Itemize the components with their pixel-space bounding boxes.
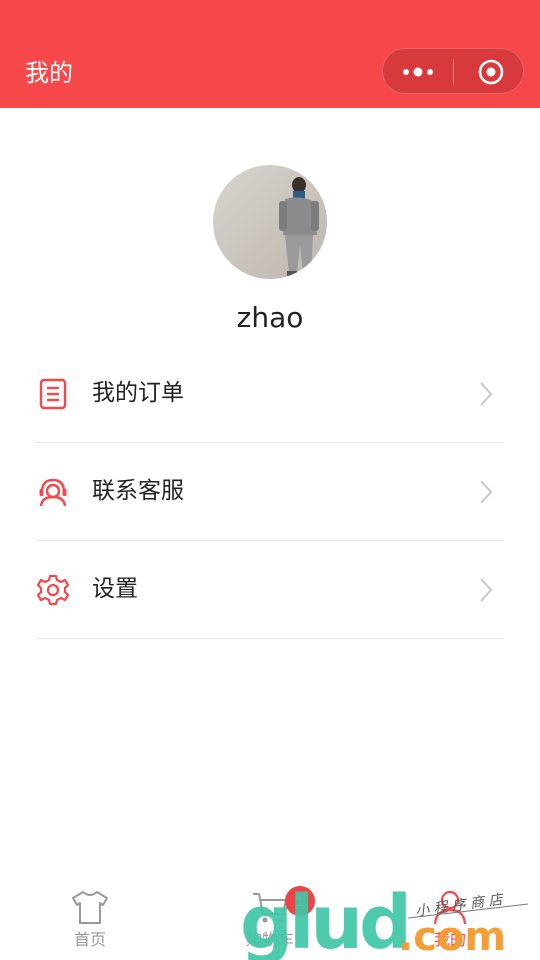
chevron-right-icon [480, 480, 493, 504]
user-icon [433, 890, 467, 925]
divider [36, 638, 504, 639]
close-button[interactable] [454, 49, 524, 95]
top-navigation-bar: 我的 [0, 0, 540, 108]
avatar-photo [213, 165, 327, 279]
gear-icon [36, 574, 70, 606]
menu-item-orders[interactable]: 我的订单 [36, 346, 504, 443]
target-close-icon [478, 59, 504, 85]
avatar[interactable] [213, 165, 327, 279]
divider [36, 442, 504, 443]
page-title: 我的 [25, 59, 73, 87]
tab-cart[interactable]: 1 购物车 [180, 880, 360, 960]
menu-item-label: 我的订单 [92, 380, 184, 406]
chevron-right-icon [480, 578, 493, 602]
cart-count-badge: 1 [285, 886, 315, 916]
customer-service-icon [39, 478, 67, 507]
tshirt-icon [72, 891, 108, 924]
chevron-right-icon [480, 382, 493, 406]
tab-home[interactable]: 首页 [0, 880, 180, 960]
more-dots-icon [403, 67, 433, 77]
tab-mine[interactable]: 我的 [360, 880, 540, 960]
mini-program-capsule [382, 48, 524, 94]
menu-item-settings[interactable]: 设置 [36, 542, 504, 639]
order-list-icon [39, 378, 67, 410]
cart-icon [253, 893, 287, 923]
menu-item-customer-service[interactable]: 联系客服 [36, 444, 504, 541]
divider [36, 540, 504, 541]
tab-label: 我的 [433, 930, 466, 949]
tab-label: 首页 [73, 930, 106, 949]
username: zhao [236, 301, 304, 334]
bottom-tab-bar: 首页 1 购物车 我的 [0, 880, 540, 960]
menu-item-label: 联系客服 [92, 478, 184, 504]
tab-label: 购物车 [245, 930, 294, 949]
more-button[interactable] [383, 49, 453, 95]
menu-item-label: 设置 [92, 576, 138, 602]
